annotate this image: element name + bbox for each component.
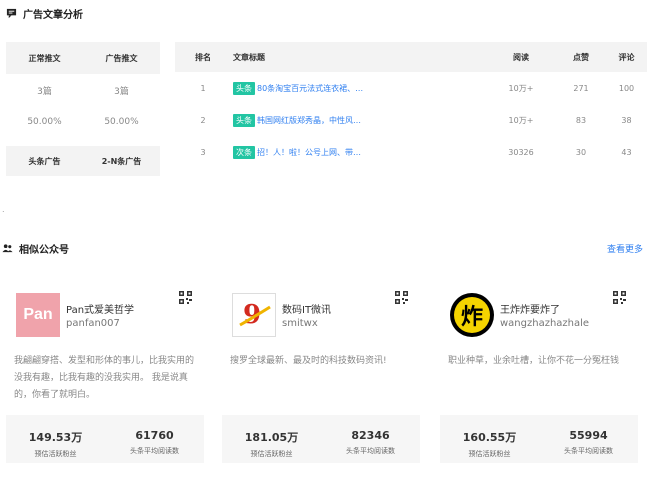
account-description: 搜罗全球最新、最及时的科技数码资讯!	[230, 356, 387, 366]
ad-stats-header: 正常推文 广告推文	[6, 42, 160, 74]
avg-reads-stat: 82346 头条平均阅读数	[321, 415, 420, 463]
ad-posts-percent: 50.00%	[104, 117, 139, 127]
account-id: smitwx	[282, 318, 318, 329]
title-cell: 头条 韩国网红版郑秀晶，中性风…	[231, 113, 486, 127]
ad-section-title: 广告文章分析	[6, 6, 83, 21]
account-name[interactable]: Pan式爱美哲学	[66, 301, 134, 316]
avg-reads-label: 头条平均阅读数	[564, 447, 613, 455]
table-row: 1 头条 80条淘宝百元法式连衣裙、… 10万+ 271 100	[175, 72, 647, 104]
title-cell: 次条 招！人！啦！公号上网、带…	[231, 145, 486, 159]
avg-reads-label: 头条平均阅读数	[346, 447, 395, 455]
reads-cell: 30326	[508, 147, 534, 157]
article-rank-table: 排名 文章标题 阅读 点赞 评论 1 头条 80条淘宝百元法式连衣裙、… 10万…	[175, 42, 647, 168]
ad-stats-percent-row: 50.00% 50.00%	[6, 106, 160, 138]
title-column-header: 文章标题	[233, 52, 265, 62]
account-name[interactable]: 数码IT微讯	[282, 301, 331, 316]
likes-column-header: 点赞	[573, 52, 589, 62]
account-description: 我翩翩穿搭、发型和形体的事儿，比我实用的没我有趣，比我有趣的没我实用。 我是说真…	[14, 356, 195, 400]
avatar-text: 炸	[454, 297, 490, 333]
active-fans-value: 149.53万	[28, 431, 83, 444]
account-card[interactable]: 9 数码IT微讯 smitwx 搜罗全球最新、最及时的科技数码资讯! 181.0…	[222, 285, 422, 475]
account-card[interactable]: Pan Pan式爱美哲学 panfan007 我翩翩穿搭、发型和形体的事儿，比我…	[6, 285, 206, 475]
table-header: 排名 文章标题 阅读 点赞 评论	[175, 42, 647, 72]
ad-stats-count-row: 3篇 3篇	[6, 74, 160, 106]
table-row: 3 次条 招！人！啦！公号上网、带… 30326 30 43	[175, 136, 647, 168]
users-icon	[2, 244, 13, 253]
avatar: 9	[232, 293, 276, 337]
avg-reads-value: 55994	[569, 429, 608, 442]
account-card[interactable]: 炸 王炸炸要炸了 wangzhazhazhale 职业种草，业余吐槽，让你不花一…	[440, 285, 640, 475]
active-fans-label: 预估活跃粉丝	[34, 450, 77, 458]
reads-column-header: 阅读	[513, 52, 529, 62]
active-fans-stat: 160.55万 预估活跃粉丝	[440, 415, 539, 463]
account-stats: 160.55万 预估活跃粉丝 55994 头条平均阅读数	[440, 415, 638, 463]
avg-reads-stat: 61760 头条平均阅读数	[105, 415, 204, 463]
account-id: panfan007	[66, 318, 120, 329]
active-fans-value: 181.05万	[244, 431, 299, 444]
active-fans-label: 预估活跃粉丝	[250, 450, 293, 458]
qrcode-icon[interactable]	[395, 291, 408, 304]
active-fans-stat: 149.53万 预估活跃粉丝	[6, 415, 105, 463]
article-title-link[interactable]: 80条淘宝百元法式连衣裙、…	[257, 83, 367, 94]
similar-section-title-text: 相似公众号	[19, 245, 69, 256]
active-fans-stat: 181.05万 预估活跃粉丝	[222, 415, 321, 463]
rank-cell: 3	[200, 147, 206, 157]
ad-posts-header: 广告推文	[105, 53, 138, 63]
comments-cell: 100	[618, 83, 635, 93]
active-fans-value: 160.55万	[462, 431, 517, 444]
headline-ad-label: 头条广告	[28, 156, 61, 166]
position-tag: 头条	[233, 81, 255, 95]
ad-posts-count: 3篇	[114, 86, 129, 97]
secondary-ad-label: 2-N条广告	[101, 156, 142, 166]
normal-posts-header: 正常推文	[28, 53, 61, 63]
normal-posts-percent: 50.00%	[27, 117, 62, 127]
title-cell: 头条 80条淘宝百元法式连衣裙、…	[231, 81, 486, 95]
likes-cell: 30	[575, 147, 587, 157]
divider-dot: .	[2, 205, 5, 214]
comments-cell: 43	[621, 147, 632, 157]
normal-posts-count: 3篇	[37, 86, 52, 97]
account-stats: 181.05万 预估活跃粉丝 82346 头条平均阅读数	[222, 415, 420, 463]
qrcode-icon[interactable]	[613, 291, 626, 304]
comments-cell: 38	[621, 115, 632, 125]
ad-section-title-text: 广告文章分析	[23, 10, 83, 21]
active-fans-label: 预估活跃粉丝	[468, 450, 511, 458]
ad-stats-footer: 头条广告 2-N条广告	[6, 146, 160, 176]
similar-section-title: 相似公众号	[2, 241, 69, 256]
view-more-link[interactable]: 查看更多	[607, 242, 643, 255]
table-row: 2 头条 韩国网红版郑秀晶，中性风… 10万+ 83 38	[175, 104, 647, 136]
position-tag: 次条	[233, 145, 255, 159]
reads-cell: 10万+	[508, 83, 534, 93]
qrcode-icon[interactable]	[179, 291, 192, 304]
account-id: wangzhazhazhale	[500, 318, 590, 329]
digital-logo-icon: 9	[239, 300, 271, 330]
account-name[interactable]: 王炸炸要炸了	[500, 301, 560, 316]
reads-cell: 10万+	[508, 115, 534, 125]
chat-icon	[6, 8, 17, 19]
position-tag: 头条	[233, 113, 255, 127]
avatar-text: Pan	[23, 306, 53, 323]
rank-cell: 2	[200, 115, 206, 125]
avatar: Pan	[16, 293, 60, 337]
likes-cell: 83	[575, 115, 587, 125]
likes-cell: 271	[573, 83, 589, 93]
account-stats: 149.53万 预估活跃粉丝 61760 头条平均阅读数	[6, 415, 204, 463]
account-description: 职业种草，业余吐槽，让你不花一分冤枉钱	[448, 356, 620, 366]
ad-stats-panel: 正常推文 广告推文 3篇 3篇 50.00% 50.00% 头条广告 2-N条广…	[6, 42, 160, 176]
article-title-link[interactable]: 韩国网红版郑秀晶，中性风…	[257, 115, 367, 126]
rank-cell: 1	[200, 83, 206, 93]
article-title-link[interactable]: 招！人！啦！公号上网、带…	[257, 147, 367, 158]
comments-column-header: 评论	[618, 52, 635, 62]
avg-reads-value: 82346	[351, 429, 390, 442]
avg-reads-label: 头条平均阅读数	[130, 447, 179, 455]
avatar: 炸	[450, 293, 494, 337]
rank-column-header: 排名	[195, 52, 211, 62]
avg-reads-value: 61760	[135, 429, 174, 442]
avg-reads-stat: 55994 头条平均阅读数	[539, 415, 638, 463]
